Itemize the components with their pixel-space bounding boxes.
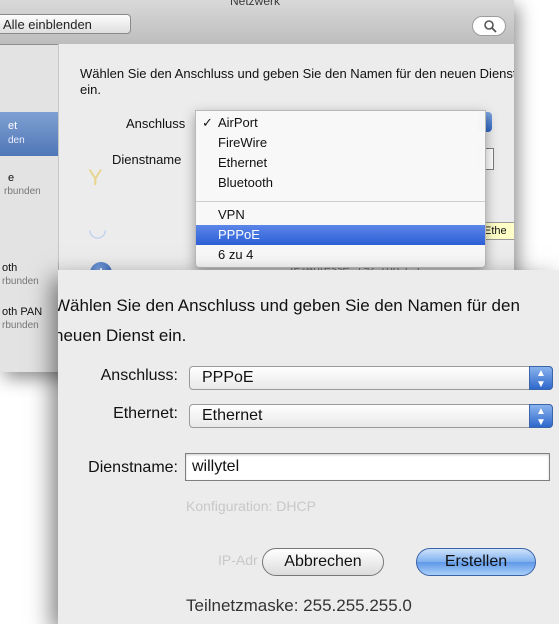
menu-item-6to4[interactable]: 6 zu 4 <box>196 245 485 265</box>
ip-ghost-text: IP-Adr <box>218 552 258 568</box>
wifi-icon: ◡ <box>88 216 108 241</box>
sheet-description-line1: Wählen Sie den Anschluss und geben Sie d… <box>58 296 520 315</box>
menu-item-label: 6 zu 4 <box>218 247 254 262</box>
sidebar-item-label: e <box>8 172 15 184</box>
menu-item-label: Bluetooth <box>218 175 273 190</box>
interface-dropdown-menu: ✓ AirPort FireWire Ethernet Bluetooth VP… <box>195 110 486 268</box>
window-title: Netzwerk <box>230 0 281 8</box>
sidebar-item-status: rbunden <box>4 186 41 197</box>
service-name-field[interactable]: willytel <box>185 453 550 481</box>
service-name-label: Dienstname <box>112 152 182 167</box>
new-service-sheet: Wählen Sie den Anschluss und geben Sie d… <box>58 270 559 624</box>
menu-item-label: FireWire <box>218 135 268 150</box>
menu-item-vpn[interactable]: VPN <box>196 205 485 225</box>
checkmark-icon: ✓ <box>202 115 213 130</box>
ethernet-popup[interactable]: Ethernet ▲ ▼ <box>189 404 553 428</box>
sidebar-item-status: den <box>8 135 25 146</box>
sidebar-item-status: rbunden <box>2 276 39 287</box>
show-all-button[interactable]: Alle einblenden <box>0 14 131 34</box>
interface-label: Anschluss <box>126 116 186 131</box>
menu-item-label: Ethernet <box>218 155 268 170</box>
menu-item-label: PPPoE <box>218 227 260 242</box>
config-ghost-text: Konfiguration: DHCP <box>186 498 316 514</box>
menu-item-airport[interactable]: ✓ AirPort <box>196 113 485 133</box>
sheet-description: Wählen Sie den Anschluss und geben Sie d… <box>80 66 514 97</box>
interface-popup[interactable]: PPPoE ▲ ▼ <box>189 366 553 390</box>
search-icon <box>484 20 497 33</box>
menu-item-firewire[interactable]: FireWire <box>196 133 485 153</box>
sidebar-item-label: oth PAN <box>2 306 43 318</box>
sheet-description-line2: neuen Dienst ein. <box>58 326 187 345</box>
interface-popup-value: PPPoE <box>202 369 254 386</box>
wifi-icon: Y <box>88 165 103 190</box>
ethernet-popup-value: Ethernet <box>202 407 263 424</box>
popup-arrows-icon: ▲ ▼ <box>529 404 553 428</box>
sidebar-item-status: rbunden <box>2 320 39 331</box>
sidebar-item-label: et <box>8 120 18 132</box>
menu-item-label: VPN <box>218 207 245 222</box>
create-button[interactable]: Erstellen <box>416 548 536 576</box>
menu-item-ethernet[interactable]: Ethernet <box>196 153 485 173</box>
menu-item-bluetooth[interactable]: Bluetooth <box>196 173 485 193</box>
service-name-label: Dienstname: <box>88 459 178 476</box>
popup-arrows-icon: ▲ ▼ <box>529 366 553 390</box>
interface-label: Anschluss: <box>100 367 178 384</box>
subnet-mask-text: Teilnetzmaske: 255.255.255.0 <box>186 596 412 615</box>
search-field[interactable] <box>472 16 506 36</box>
cancel-button[interactable]: Abbrechen <box>262 548 384 576</box>
sidebar-selected-item[interactable] <box>0 112 58 156</box>
menu-separator <box>196 201 485 202</box>
sidebar-item-label: oth <box>2 262 18 274</box>
ethernet-label: Ethernet: <box>113 405 178 422</box>
menu-item-pppoe[interactable]: PPPoE <box>196 225 485 245</box>
menu-item-label: AirPort <box>218 115 258 130</box>
